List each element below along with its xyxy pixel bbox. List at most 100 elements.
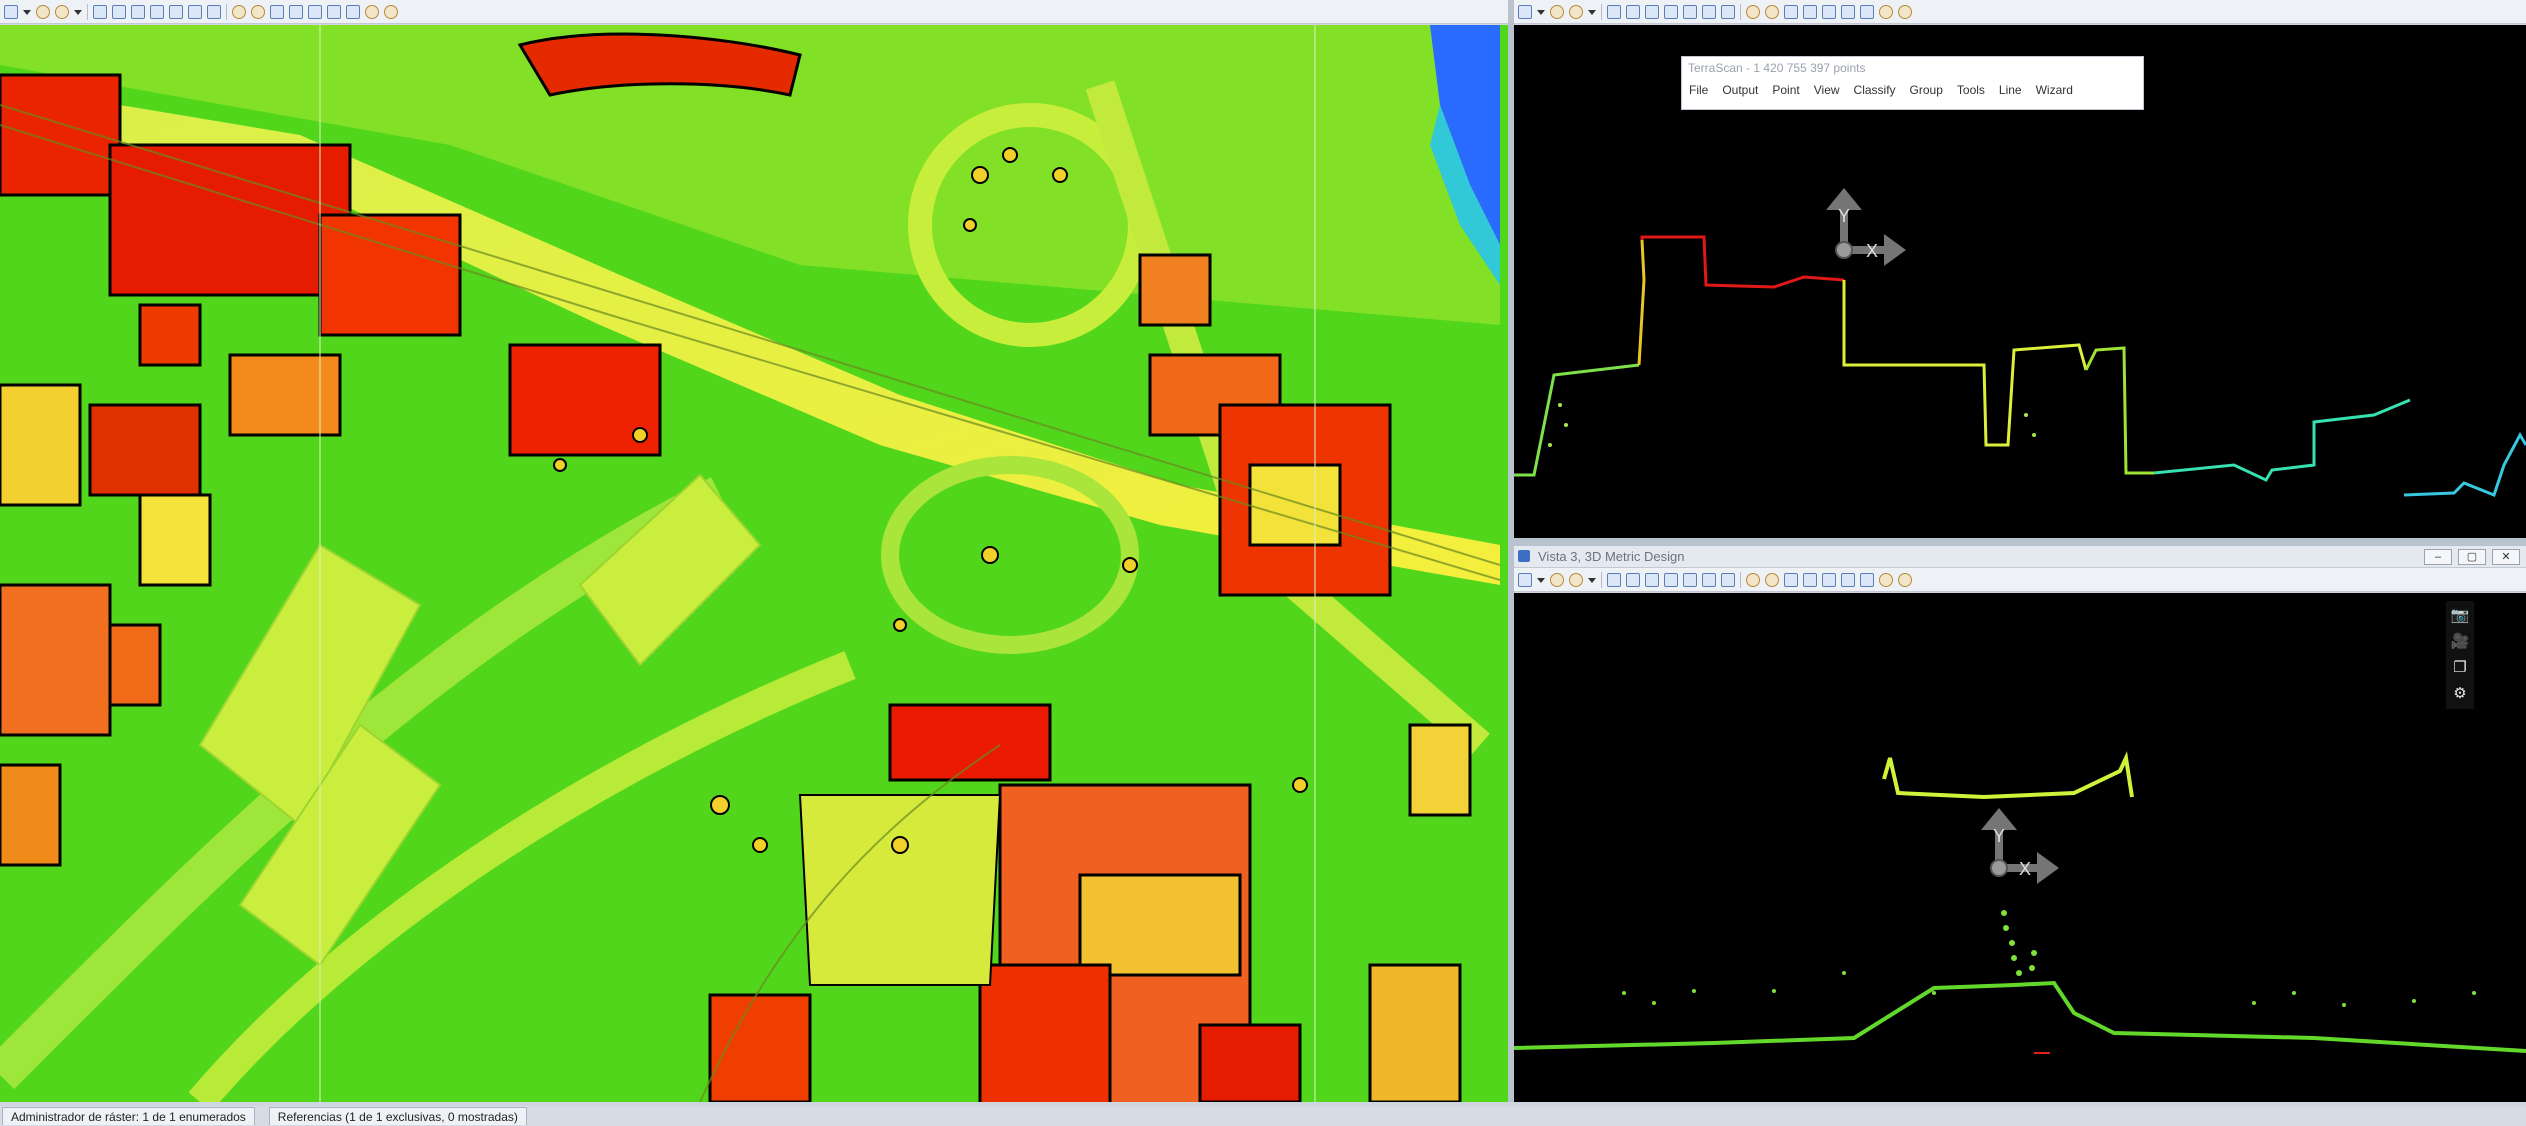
minimize-button[interactable]: ‒ [2424,549,2452,565]
clip-volume-icon[interactable] [1841,4,1855,19]
toggle-camera-icon[interactable] [1822,4,1836,19]
view-previous-icon[interactable] [251,4,265,19]
svg-text:X: X [1866,241,1878,261]
zoom-in-icon[interactable] [1626,572,1640,587]
display-style-icon[interactable] [1569,4,1583,19]
view-attributes-icon[interactable] [1518,572,1532,587]
gear-icon[interactable]: ⚙ [2453,685,2466,703]
view-attributes-icon[interactable] [1518,4,1532,19]
terrascan-window[interactable]: TerraScan - 1 420 755 397 points File Ou… [1681,56,2144,110]
fit-view-icon[interactable] [169,4,183,19]
svg-text:Y: Y [1838,206,1850,226]
toggle-camera-icon[interactable] [1822,572,1836,587]
side-tool-strip: 📷 🎥 ❐ ⚙ [2446,601,2474,709]
walk-icon[interactable] [232,4,246,19]
toggle-camera-icon[interactable] [308,4,322,19]
zoom-out-icon[interactable] [1645,4,1659,19]
window-area-icon[interactable] [1664,572,1678,587]
svg-text:X: X [2019,859,2031,879]
menu-group[interactable]: Group [1910,83,1943,97]
render-icon[interactable] [1898,4,1912,19]
clip-volume-icon[interactable] [327,4,341,19]
axis-triad: Y X [1826,188,1906,266]
rotate-view-icon[interactable] [1702,572,1716,587]
dropdown-arrow-icon[interactable] [1537,5,1545,19]
render-icon[interactable] [1898,572,1912,587]
status-bar: Administrador de ráster: 1 de 1 enumerad… [0,1106,2526,1126]
levels-icon[interactable] [1550,4,1564,19]
menu-wizard[interactable]: Wizard [2036,83,2073,97]
top-view-canvas[interactable] [0,25,1508,1102]
rotate-view-icon[interactable] [188,4,202,19]
close-button[interactable]: ✕ [2492,549,2520,565]
clip-mask-icon[interactable] [346,4,360,19]
view-1-top[interactable] [0,0,1508,1102]
references-tab[interactable]: Referencias (1 de 1 exclusivas, 0 mostra… [268,1107,527,1125]
rotate-view-icon[interactable] [1702,4,1716,19]
filter-icon[interactable] [1879,4,1893,19]
pan-view-icon[interactable] [1721,4,1735,19]
svg-text:Y: Y [1993,826,2005,846]
walk-icon[interactable] [1746,572,1760,587]
display-style-icon[interactable] [55,4,69,19]
menu-line[interactable]: Line [1999,83,2022,97]
view-2-toolbar [1514,0,2526,24]
update-view-icon[interactable] [1607,4,1621,19]
copy-view-icon[interactable] [289,4,303,19]
elevation-map [0,25,1500,1102]
fit-view-icon[interactable] [1683,4,1697,19]
menu-classify[interactable]: Classify [1854,83,1896,97]
view-previous-icon[interactable] [1765,572,1779,587]
3d-view-canvas[interactable]: Y X 📷 🎥 ❐ ⚙ [1514,593,2526,1102]
window-area-icon[interactable] [150,4,164,19]
copy-view-icon[interactable] [1803,4,1817,19]
camera-icon[interactable]: 📷 [2451,607,2470,625]
menu-point[interactable]: Point [1772,83,1799,97]
filter-icon[interactable] [1879,572,1893,587]
menu-file[interactable]: File [1689,83,1708,97]
clip-mask-icon[interactable] [1860,572,1874,587]
pan-view-icon[interactable] [1721,572,1735,587]
window-area-icon[interactable] [1664,4,1678,19]
zoom-in-icon[interactable] [112,4,126,19]
view-2-section[interactable]: Y X TerraScan - 1 420 755 397 points Fil… [1514,0,2526,538]
menu-view[interactable]: View [1814,83,1840,97]
zoom-in-icon[interactable] [1626,4,1640,19]
view-attributes-icon[interactable] [4,4,18,19]
display-style-icon[interactable] [1569,572,1583,587]
filter-icon[interactable] [365,4,379,19]
menu-tools[interactable]: Tools [1957,83,1985,97]
clip-volume-icon[interactable] [1841,572,1855,587]
view-next-icon[interactable] [270,4,284,19]
levels-icon[interactable] [36,4,50,19]
view-3-titlebar[interactable]: Vista 3, 3D Metric Design ‒ ▢ ✕ [1514,546,2526,568]
dropdown-arrow-icon[interactable] [23,5,31,19]
levels-icon[interactable] [1550,572,1564,587]
dropdown-arrow-icon[interactable] [1588,5,1596,19]
section-view-canvas[interactable]: Y X TerraScan - 1 420 755 397 points Fil… [1514,25,2526,538]
dropdown-arrow-icon[interactable] [1537,573,1545,587]
update-view-icon[interactable] [1607,572,1621,587]
render-icon[interactable] [384,4,398,19]
layers-icon[interactable]: ❐ [2453,659,2466,677]
video-camera-icon[interactable]: 🎥 [2451,633,2470,651]
walk-icon[interactable] [1746,4,1760,19]
view-previous-icon[interactable] [1765,4,1779,19]
dropdown-arrow-icon[interactable] [1588,573,1596,587]
view-next-icon[interactable] [1784,4,1798,19]
zoom-out-icon[interactable] [1645,572,1659,587]
view-next-icon[interactable] [1784,572,1798,587]
menu-output[interactable]: Output [1722,83,1758,97]
zoom-out-icon[interactable] [131,4,145,19]
copy-view-icon[interactable] [1803,572,1817,587]
view-3-3d[interactable]: Vista 3, 3D Metric Design ‒ ▢ ✕ Y X 📷 🎥 … [1514,546,2526,1102]
raster-manager-tab[interactable]: Administrador de ráster: 1 de 1 enumerad… [2,1107,255,1125]
maximize-button[interactable]: ▢ [2458,549,2486,565]
dropdown-arrow-icon[interactable] [74,5,82,19]
update-view-icon[interactable] [93,4,107,19]
fit-view-icon[interactable] [1683,572,1697,587]
pane-splitter-horizontal[interactable] [1514,538,2526,546]
clip-mask-icon[interactable] [1860,4,1874,19]
view-3-title: Vista 3, 3D Metric Design [1538,549,1685,564]
pan-view-icon[interactable] [207,4,221,19]
